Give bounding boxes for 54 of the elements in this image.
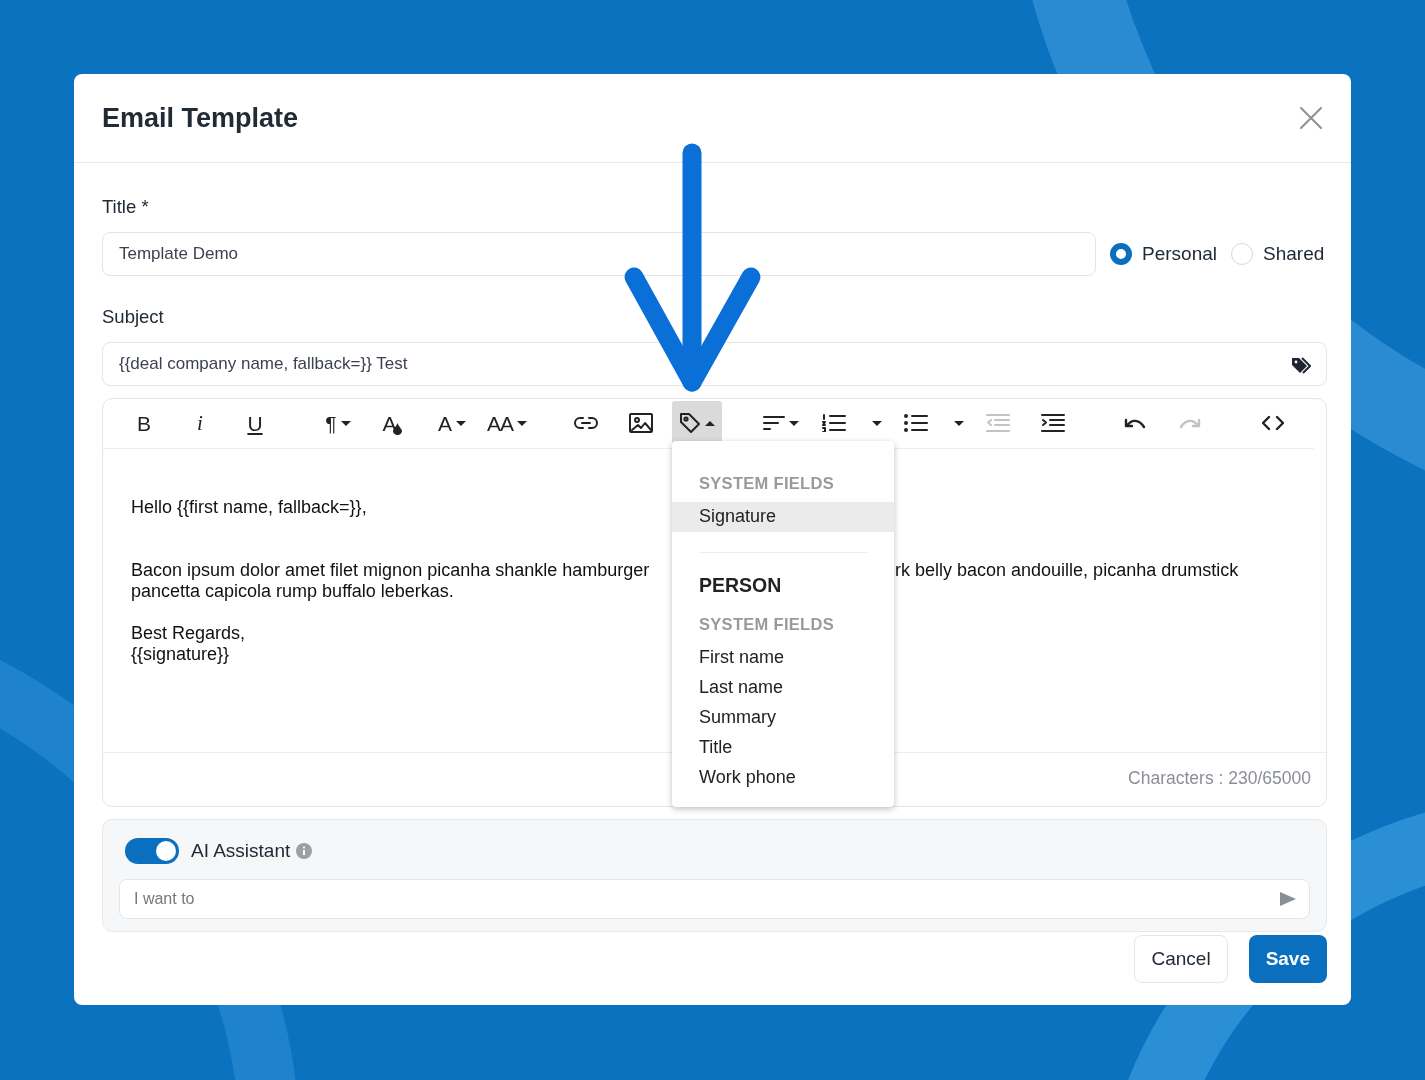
tag-icon (679, 412, 701, 434)
title-input[interactable]: Template Demo (102, 231, 1096, 276)
radio-option[interactable]: Shared (1231, 239, 1325, 268)
outdent-icon (986, 414, 1010, 432)
menu-subheading: SYSTEM FIELDS (698, 614, 835, 635)
save-button[interactable]: Save (1248, 935, 1327, 983)
menu-item[interactable]: Summary (672, 702, 894, 733)
caret-icon (705, 420, 715, 426)
caret-icon (789, 420, 799, 426)
editor-text: pancetta capicola rump buffalo leberkas. (131, 580, 454, 602)
prompt-field[interactable]: I want to (119, 879, 1310, 919)
numbered-list-icon (822, 414, 846, 432)
toggle-switch[interactable] (125, 837, 179, 864)
menu-item[interactable]: Last name (672, 672, 894, 703)
dialog-title: Email Template (102, 101, 299, 135)
menu-subheading: SYSTEM FIELDS (698, 473, 835, 494)
bullet-list-icon (904, 414, 928, 432)
editor-text: Best Regards, (131, 622, 246, 644)
bold-button[interactable]: B (122, 401, 166, 445)
menu-item[interactable]: Work phone (672, 762, 894, 793)
editor-text: Hello {{first name, fallback=}}, (131, 496, 367, 518)
close-icon[interactable] (1299, 106, 1323, 130)
italic-button[interactable]: i (178, 401, 222, 445)
font-size-button[interactable]: AA (484, 401, 530, 445)
editor-text: {{signature}} (131, 643, 230, 665)
subject-input[interactable]: {{deal company name, fallback=}} Test (102, 341, 1327, 386)
menu-item[interactable]: Title (672, 732, 894, 763)
caret-icon (456, 420, 466, 426)
indent-icon (1041, 414, 1065, 432)
menu-item[interactable]: First name (672, 642, 894, 673)
redo-icon (1179, 416, 1201, 430)
menu-item[interactable]: Signature (672, 501, 894, 532)
field-label: Subject (102, 304, 164, 329)
cancel-button[interactable]: Cancel (1134, 935, 1228, 983)
image-icon (629, 413, 653, 433)
tag-button[interactable] (672, 401, 722, 445)
info-icon (296, 842, 313, 859)
send-icon[interactable] (1280, 892, 1296, 906)
ai-label: AI Assistant (191, 838, 291, 863)
paragraph-button[interactable]: ¶ (312, 401, 364, 445)
menu-group-heading: PERSON (698, 572, 783, 598)
align-icon (763, 415, 785, 431)
editor-text: Bacon ipsum dolor amet filet mignon picanha shankle hamburger (131, 559, 651, 581)
caret-icon (517, 420, 527, 426)
character-count: Characters : 230/65000 (1128, 767, 1311, 791)
code-icon (1262, 415, 1284, 431)
font-button[interactable]: A (430, 401, 474, 445)
undo-icon (1124, 416, 1146, 430)
link-icon (574, 416, 598, 430)
underline-button[interactable]: U (233, 401, 277, 445)
editor-text: rk belly bacon andouille, picanha drumstick (895, 559, 1239, 581)
field-label: Title * (102, 195, 149, 219)
caret-icon (340, 420, 351, 426)
radio-option[interactable]: Personal (1110, 239, 1217, 268)
